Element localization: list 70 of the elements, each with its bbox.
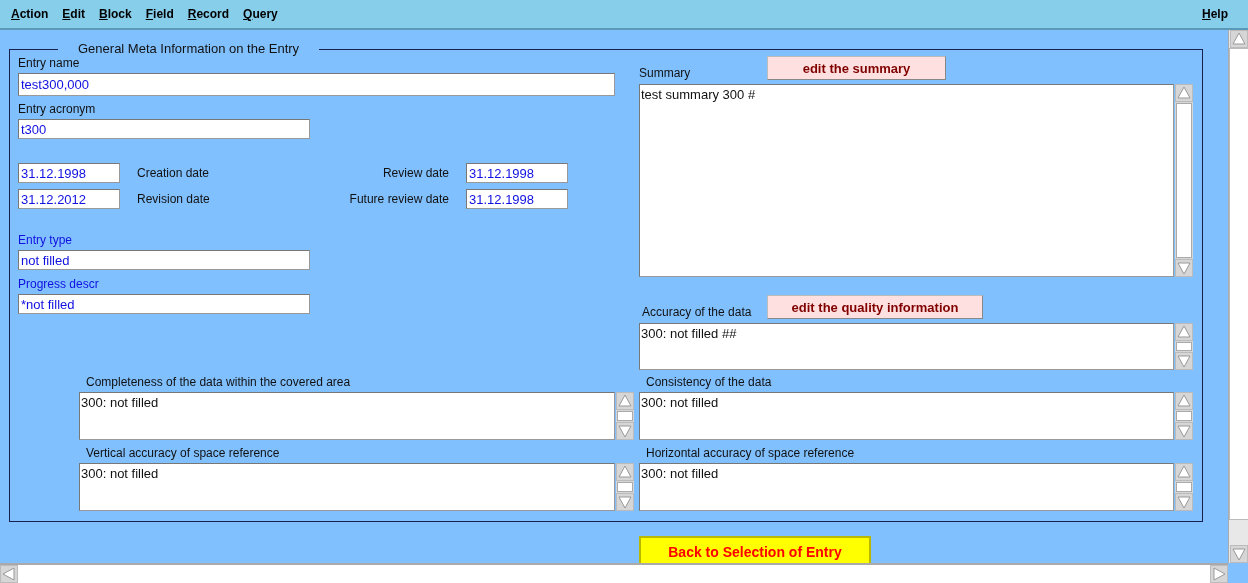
down-arrow-icon[interactable] [616,422,634,440]
field-label: Horizontal accuracy of space reference [645,446,855,460]
menu-item[interactable]: Block [99,7,132,21]
edit-quality-button[interactable]: edit the quality information [767,295,983,319]
menu-item[interactable]: Record [187,7,230,21]
text-area[interactable]: 300: not filled [639,463,1174,511]
help-menu[interactable]: Help [1202,7,1228,21]
field-label: Revision date [137,192,211,206]
date-field[interactable]: 31.12.1998 [466,163,568,183]
right-arrow-icon[interactable] [1210,565,1228,583]
menu-item[interactable]: Edit [62,7,86,21]
down-arrow-icon[interactable] [1175,493,1193,511]
page-scrollbar[interactable] [1228,30,1248,563]
field-label: Progress descr [18,277,100,291]
field-label: Future review date [348,192,449,206]
field-label: Entry type [18,233,74,247]
text-area[interactable]: test summary 300 # [639,84,1174,277]
menu-item[interactable]: Action [11,7,49,21]
up-arrow-icon[interactable] [616,463,634,481]
scrollbar-thumb[interactable] [1176,103,1192,258]
scrollbar-thumb[interactable] [1176,482,1192,492]
vertical-scrollbar[interactable] [1175,463,1193,511]
scrollbar-thumb[interactable] [617,482,633,492]
date-field[interactable]: 31.12.1998 [18,163,120,183]
text-area[interactable]: 300: not filled [79,392,615,440]
down-arrow-icon[interactable] [1175,259,1193,277]
scrollbar-thumb[interactable] [617,411,633,421]
vertical-scrollbar[interactable] [616,463,634,511]
vertical-scrollbar[interactable] [1175,84,1193,277]
down-arrow-icon[interactable] [616,493,634,511]
up-arrow-icon[interactable] [1175,463,1193,481]
section-title: General Meta Information on the Entry [77,42,301,56]
menu-item[interactable]: Field [145,7,174,21]
field-label: Creation date [137,166,211,180]
vertical-scrollbar[interactable] [1175,323,1193,370]
edit-summary-button[interactable]: edit the summary [767,56,946,80]
field-label: Accuracy of the data [641,305,753,319]
field-label: Summary [639,66,692,80]
field-label: Entry acronym [18,102,97,116]
entry-acronym-field[interactable]: t300 [18,119,310,139]
scrollbar-thumb[interactable] [1229,48,1248,520]
scrollbar-thumb[interactable] [1176,342,1192,351]
down-arrow-icon[interactable] [1229,545,1248,563]
text-area[interactable]: 300: not filled ## [639,323,1174,370]
up-arrow-icon[interactable] [616,392,634,410]
up-arrow-icon[interactable] [1175,84,1193,102]
down-arrow-icon[interactable] [1175,352,1193,370]
vertical-scrollbar[interactable] [1175,392,1193,440]
down-arrow-icon[interactable] [1175,422,1193,440]
up-arrow-icon[interactable] [1175,323,1193,341]
progress-field[interactable]: *not filled [18,294,310,314]
field-label: Completeness of the data within the covered area [85,375,351,389]
back-button[interactable]: Back to Selection of Entry [639,536,871,566]
date-field[interactable]: 31.12.1998 [466,189,568,209]
up-arrow-icon[interactable] [1229,30,1248,48]
up-arrow-icon[interactable] [1175,392,1193,410]
entry-type-field[interactable]: not filled [18,250,310,270]
field-label: Review date [381,166,449,180]
left-arrow-icon[interactable] [0,565,18,583]
field-label: Vertical accuracy of space reference [85,446,280,460]
field-label: Consistency of the data [645,375,772,389]
scrollbar-thumb[interactable] [1176,411,1192,421]
menu-item[interactable]: Query [243,7,278,21]
field-label: Entry name [18,56,81,70]
entry-name-field[interactable]: test300,000 [18,73,615,96]
text-area[interactable]: 300: not filled [79,463,615,511]
horizontal-scrollbar[interactable] [0,563,1228,583]
text-area[interactable]: 300: not filled [639,392,1174,440]
vertical-scrollbar[interactable] [616,392,634,440]
date-field[interactable]: 31.12.2012 [18,189,120,209]
